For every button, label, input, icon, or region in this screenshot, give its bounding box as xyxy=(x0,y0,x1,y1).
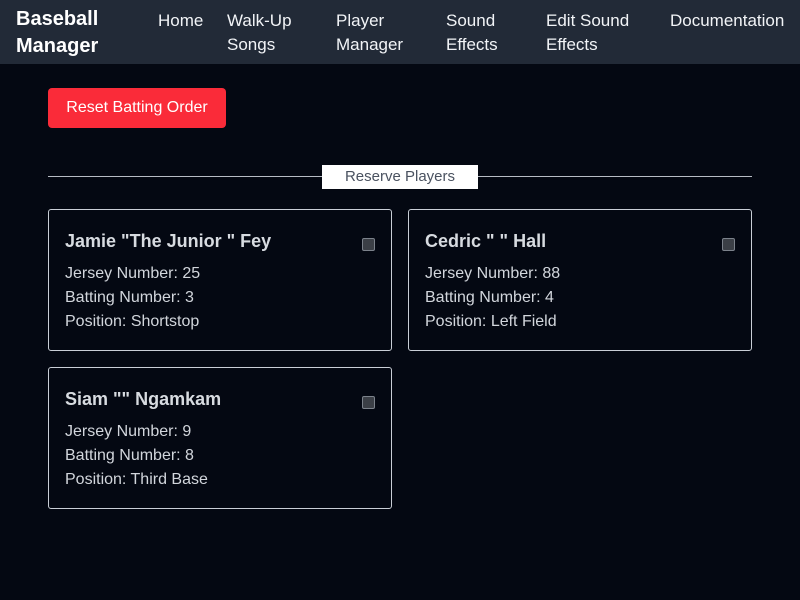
player-select-checkbox[interactable] xyxy=(722,238,735,251)
player-position: Position: Shortstop xyxy=(65,313,200,330)
nav-link-walk-up-songs[interactable]: Walk-Up Songs xyxy=(227,9,307,57)
player-batting-number: Batting Number: 4 xyxy=(425,289,554,306)
player-jersey-number: Jersey Number: 25 xyxy=(65,265,201,282)
nav-link-home[interactable]: Home xyxy=(158,9,203,33)
player-batting-number: Batting Number: 8 xyxy=(65,447,194,464)
player-name: Jamie "The Junior " Fey xyxy=(65,231,272,251)
nav-link-sound-effects[interactable]: Sound Effects xyxy=(446,9,516,57)
nav-link-player-manager[interactable]: Player Manager xyxy=(336,9,416,57)
player-name: Siam "" Ngamkam xyxy=(65,389,222,409)
player-jersey-number: Jersey Number: 88 xyxy=(425,265,561,282)
brand-title[interactable]: Baseball Manager xyxy=(16,6,126,60)
player-select-checkbox[interactable] xyxy=(362,238,375,251)
player-batting-number: Batting Number: 3 xyxy=(65,289,194,306)
player-select-checkbox[interactable] xyxy=(362,396,375,409)
player-name: Cedric " " Hall xyxy=(425,231,547,251)
navbar: Baseball Manager Home Walk-Up Songs Play… xyxy=(0,0,800,64)
nav-link-documentation[interactable]: Documentation xyxy=(670,9,784,33)
player-jersey-number: Jersey Number: 9 xyxy=(65,423,192,440)
reset-batting-order-button[interactable]: Reset Batting Order xyxy=(48,88,226,128)
nav-link-edit-sound-effects[interactable]: Edit Sound Effects xyxy=(546,9,646,57)
player-position: Position: Left Field xyxy=(425,313,557,330)
section-title: Reserve Players xyxy=(322,165,478,189)
player-position: Position: Third Base xyxy=(65,471,208,488)
player-card: Siam "" Ngamkam Jersey Number: 9 Batting… xyxy=(48,367,392,509)
player-card: Jamie "The Junior " Fey Jersey Number: 2… xyxy=(48,209,392,351)
player-card: Cedric " " Hall Jersey Number: 88 Battin… xyxy=(408,209,752,351)
